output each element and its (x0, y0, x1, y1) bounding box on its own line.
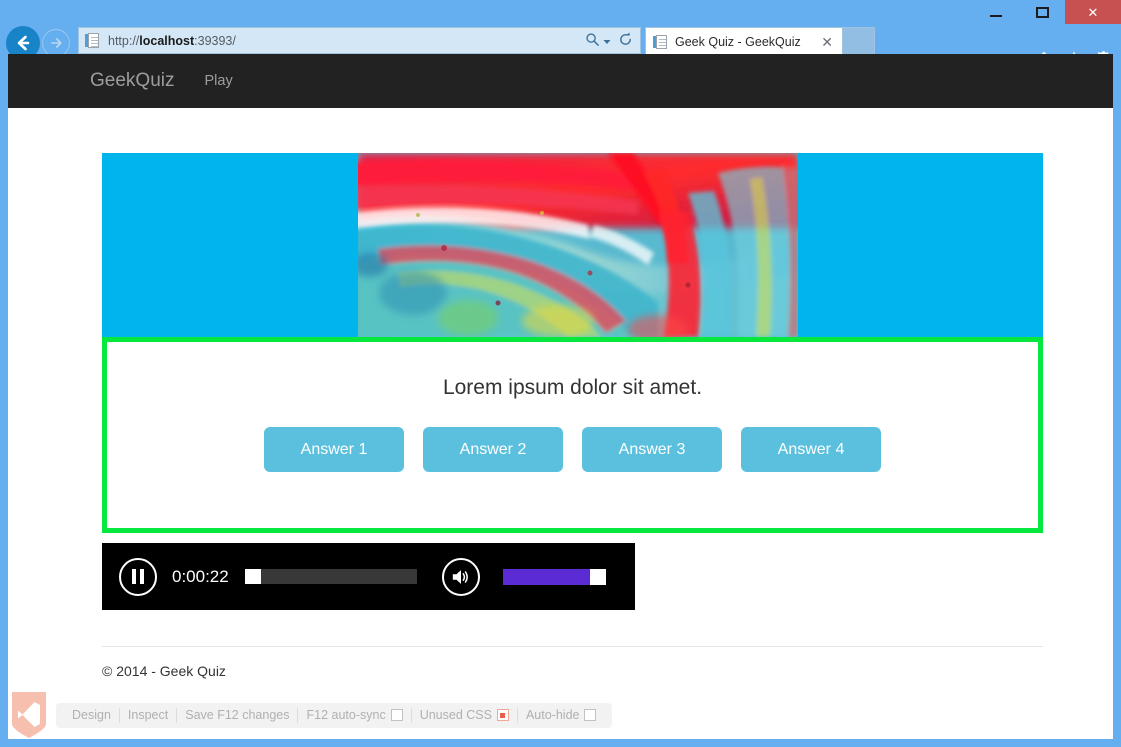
volume-fill (502, 568, 590, 585)
forward-arrow-icon (51, 38, 62, 48)
unused-css-record-icon[interactable] (496, 709, 509, 721)
address-host: localhost (139, 33, 195, 48)
pause-button[interactable] (119, 557, 157, 596)
media-elapsed-time: 0:00:22 (172, 566, 229, 586)
tab-favicon-icon (653, 34, 668, 50)
visual-studio-logo (10, 691, 48, 739)
address-bar[interactable]: http://localhost:39393/ (78, 27, 641, 54)
devbar-items: Design Inspect Save F12 changes F12 auto… (56, 702, 613, 728)
tab-strip: Geek Quiz - GeekQuiz ✕ (645, 27, 875, 57)
media-player: 0:00:22 (102, 543, 635, 610)
minimize-button[interactable] (973, 0, 1019, 24)
f12-auto-sync-checkbox[interactable] (390, 709, 403, 721)
site-brand[interactable]: GeekQuiz (90, 70, 174, 92)
devbar-save-f12-changes-button[interactable]: Save F12 changes (177, 708, 297, 722)
devbar-f12-auto-sync[interactable]: F12 auto-sync (298, 708, 410, 722)
footer-divider (102, 646, 1043, 647)
answer-button-3[interactable]: Answer 3 (582, 427, 722, 472)
auto-hide-checkbox[interactable] (584, 709, 597, 721)
quiz-artwork-image (358, 153, 798, 337)
tab-geek-quiz[interactable]: Geek Quiz - GeekQuiz ✕ (645, 27, 843, 56)
address-bar-actions (585, 32, 640, 49)
forward-button[interactable] (42, 29, 70, 57)
page-favicon-icon (85, 32, 101, 49)
answer-button-1[interactable]: Answer 1 (264, 427, 404, 472)
maximize-button[interactable] (1019, 0, 1065, 24)
devbar-inspect-button[interactable]: Inspect (120, 708, 176, 722)
tab-title: Geek Quiz - GeekQuiz (675, 35, 801, 49)
answer-button-4[interactable]: Answer 4 (741, 427, 881, 472)
browser-window: ✕ http://localhost:39393/ Geek Quiz - Ge… (0, 0, 1121, 747)
speaker-icon (452, 569, 468, 584)
devbar-auto-hide[interactable]: Auto-hide (518, 708, 605, 722)
quiz-question-panel: Lorem ipsum dolor sit amet. Answer 1 Ans… (102, 337, 1043, 533)
page-content: Lorem ipsum dolor sit amet. Answer 1 Ans… (8, 153, 1113, 679)
seek-slider[interactable] (244, 569, 417, 584)
nav-link-play[interactable]: Play (204, 73, 232, 89)
question-text: Lorem ipsum dolor sit amet. (442, 376, 703, 399)
search-icon[interactable] (585, 32, 600, 49)
address-bar-url: http://localhost:39393/ (108, 33, 236, 48)
close-icon: ✕ (1087, 4, 1099, 20)
volume-button[interactable] (441, 557, 480, 596)
devbar-design-button[interactable]: Design (64, 708, 119, 722)
new-tab-button[interactable] (843, 27, 875, 56)
page-viewport: GeekQuiz Play Lorem ipsum dolor sit amet… (8, 54, 1113, 739)
volume-thumb[interactable] (589, 568, 606, 585)
site-navbar: GeekQuiz Play (8, 54, 1113, 108)
answer-options: Answer 1 Answer 2 Answer 3 Answer 4 (107, 427, 1038, 472)
chevron-down-icon[interactable] (603, 34, 611, 48)
window-controls: ✕ (973, 0, 1121, 24)
footer-copyright: © 2014 - Geek Quiz (102, 663, 226, 679)
answer-button-2[interactable]: Answer 2 (423, 427, 563, 472)
close-button[interactable]: ✕ (1065, 0, 1121, 24)
pause-icon (132, 569, 144, 584)
refresh-icon[interactable] (618, 32, 633, 49)
browser-navigation-toolbar: http://localhost:39393/ Geek Quiz - Geek… (0, 22, 1121, 67)
tab-close-icon[interactable]: ✕ (816, 34, 838, 51)
browser-link-devbar: Design Inspect Save F12 changes F12 auto… (10, 691, 613, 739)
seek-thumb[interactable] (244, 569, 261, 584)
devbar-unused-css[interactable]: Unused CSS (412, 708, 517, 722)
quiz-banner (102, 153, 1043, 337)
back-arrow-icon (17, 35, 30, 51)
volume-slider[interactable] (502, 568, 606, 585)
